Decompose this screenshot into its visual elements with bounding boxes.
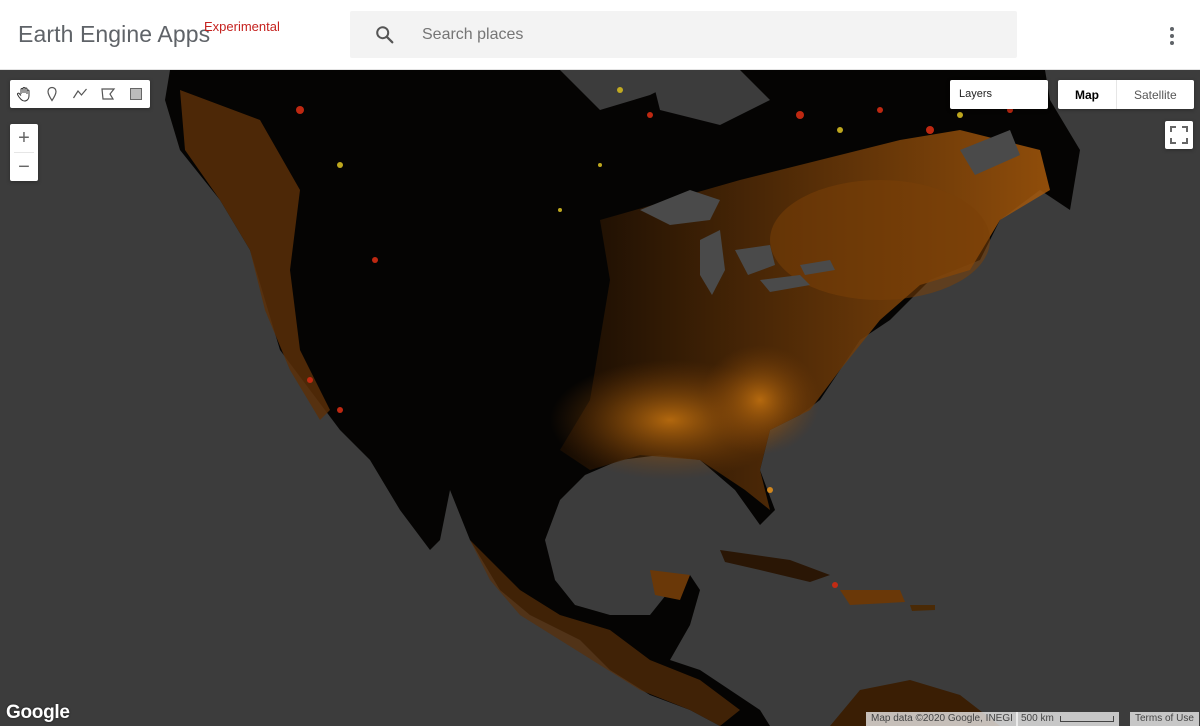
map-canvas[interactable]: + − Layers Map Satellite Google Map data… bbox=[0, 70, 1200, 726]
map-type-satellite-button[interactable]: Satellite bbox=[1117, 80, 1194, 109]
map-type-control: Map Satellite bbox=[1058, 80, 1194, 109]
app-header: Earth Engine Apps Experimental bbox=[0, 0, 1200, 70]
polygon-icon[interactable] bbox=[94, 80, 122, 108]
search-input[interactable] bbox=[422, 11, 1002, 58]
zoom-in-button[interactable]: + bbox=[10, 124, 38, 152]
drawing-toolbar bbox=[10, 80, 150, 108]
scale-label: 500 km bbox=[1021, 713, 1054, 724]
layers-button[interactable]: Layers bbox=[950, 80, 1048, 109]
search-box bbox=[350, 11, 1017, 58]
point-marker-icon[interactable] bbox=[38, 80, 66, 108]
app-title[interactable]: Earth Engine Apps bbox=[18, 21, 210, 48]
search-icon[interactable] bbox=[374, 24, 396, 46]
fullscreen-button[interactable] bbox=[1165, 121, 1193, 149]
rectangle-icon[interactable] bbox=[122, 80, 150, 108]
zoom-control: + − bbox=[10, 124, 38, 181]
zoom-out-button[interactable]: − bbox=[10, 153, 38, 181]
scale-bar bbox=[1059, 716, 1114, 722]
map-type-map-button[interactable]: Map bbox=[1058, 80, 1116, 109]
fullscreen-icon bbox=[1170, 126, 1188, 144]
experimental-badge: Experimental bbox=[204, 19, 280, 34]
map-attribution: Map data ©2020 Google, INEGI bbox=[866, 712, 1018, 726]
terms-of-use-link[interactable]: Terms of Use bbox=[1130, 712, 1199, 726]
scale-control[interactable]: 500 km bbox=[1016, 712, 1119, 726]
pan-hand-icon[interactable] bbox=[10, 80, 38, 108]
more-vert-icon[interactable] bbox=[1160, 24, 1184, 48]
google-logo: Google bbox=[6, 702, 70, 723]
polyline-icon[interactable] bbox=[66, 80, 94, 108]
north-america-landmass bbox=[165, 70, 1080, 726]
